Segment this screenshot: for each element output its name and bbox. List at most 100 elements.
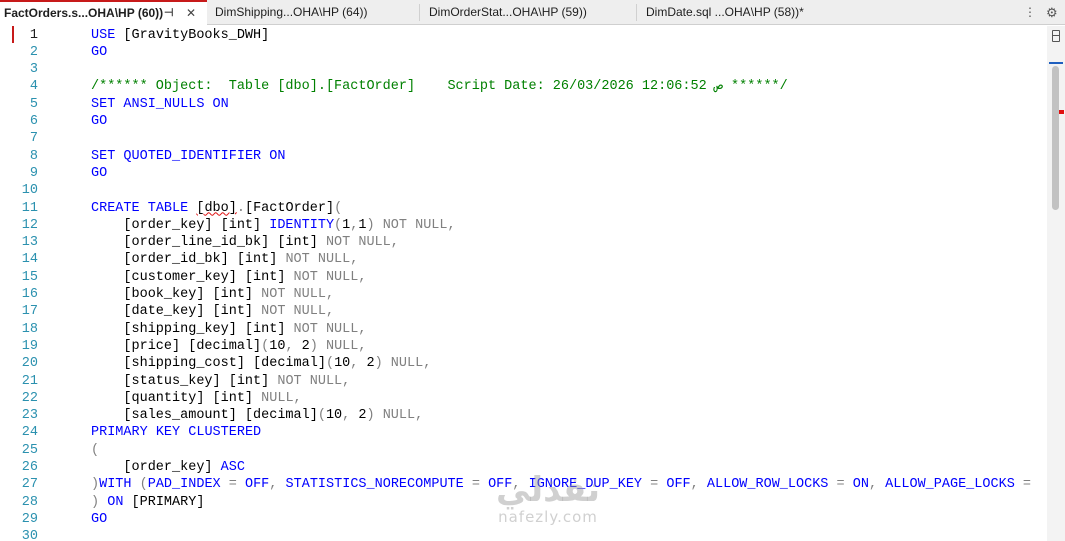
code-token: NOT NULL, [382, 217, 456, 233]
code-token: [order_id_bk] [int] [91, 252, 286, 268]
line-number: 20 [21, 356, 38, 372]
code-token: [shipping_key] [int] [91, 321, 294, 337]
code-line[interactable]: 15 [customer_key] [int] NOT NULL, [0, 269, 1047, 286]
code-line[interactable]: 14 [order_id_bk] [int] NOT NULL, [0, 251, 1047, 268]
gear-icon[interactable]: ⚙ [1046, 0, 1058, 25]
code-line[interactable]: 5 SET ANSI_NULLS ON [0, 96, 1047, 113]
code-token: PRIMARY [91, 425, 148, 441]
code-token: 10 [269, 338, 286, 354]
tab-dimorderstatus[interactable]: DimOrderStat...OHA\HP (59)) [425, 0, 630, 25]
code-token: IDENTITY [269, 217, 335, 233]
code-token: CLUSTERED [188, 425, 262, 441]
code-token: 2 [293, 338, 310, 354]
code-text: [price] [decimal](10, 2) NULL, [91, 338, 366, 355]
code-line[interactable]: 2 GO [0, 44, 1047, 61]
code-line[interactable]: 20 [shipping_cost] [decimal](10, 2) NULL… [0, 355, 1047, 372]
code-token: . [236, 200, 245, 216]
code-token: ON [107, 494, 124, 510]
code-text: ( [91, 442, 99, 459]
line-number: 6 [29, 114, 38, 129]
code-line[interactable]: 30 [0, 528, 1047, 541]
code-token: NOT NULL, [293, 321, 367, 337]
vertical-scrollbar[interactable] [1047, 26, 1065, 541]
code-token: [date_key] [int] [91, 304, 262, 320]
code-token: ANSI_NULLS [123, 96, 205, 112]
code-token: ALLOW_ROW_LOCKS [706, 477, 829, 493]
split-editor-icon[interactable] [1052, 30, 1060, 42]
code-line[interactable]: 12 [order_key] [int] IDENTITY(1,1) NOT N… [0, 217, 1047, 234]
code-token: TABLE [147, 200, 189, 216]
line-number: 22 [21, 390, 38, 406]
scrollbar-thumb[interactable] [1052, 66, 1059, 210]
pin-icon[interactable]: ⊣ [164, 2, 174, 24]
code-text: CREATE TABLE [dbo].[FactOrder]( [91, 200, 342, 217]
code-line[interactable]: 7 [0, 130, 1047, 147]
code-token: GO [91, 511, 108, 527]
code-token: ) [374, 356, 383, 372]
code-token: ( [325, 356, 335, 372]
line-number: 24 [21, 425, 38, 441]
code-text: [shipping_cost] [decimal](10, 2) NULL, [91, 355, 431, 372]
code-text: GO [91, 113, 107, 130]
line-number: 28 [21, 494, 38, 510]
code-line[interactable]: 18 [shipping_key] [int] NOT NULL, [0, 321, 1047, 338]
code-line[interactable]: 1 USE [GravityBooks_DWH] [0, 27, 1047, 44]
code-token: GO [91, 44, 108, 60]
code-line[interactable]: 4 /****** Object: Table [dbo].[FactOrder]… [0, 78, 1047, 95]
line-number: 2 [29, 44, 38, 60]
code-token: CREATE [91, 200, 140, 216]
code-line[interactable]: 3 [0, 61, 1047, 78]
tab-dimdate[interactable]: DimDate.sql ...OHA\HP (58))* [642, 0, 842, 25]
line-number: 16 [21, 287, 38, 302]
tab-divider [636, 4, 637, 21]
tab-dimshipping[interactable]: DimShipping...OHA\HP (64)) [211, 0, 411, 25]
sql-code-editor[interactable]: 1 USE [GravityBooks_DWH] 2 GO 3 4 /****** Obje… [0, 26, 1047, 541]
code-token: GO [91, 165, 108, 181]
code-token: , [285, 338, 294, 354]
code-text: ) ON [PRIMARY] [91, 494, 204, 511]
code-token: 10 [325, 408, 343, 424]
code-token: [dbo] [196, 200, 237, 216]
code-line[interactable]: 23 [sales_amount] [decimal](10, 2) NULL, [0, 407, 1047, 424]
code-token: OFF [244, 477, 270, 493]
code-line[interactable]: 16 [book_key] [int] NOT NULL, [0, 286, 1047, 303]
line-number: 21 [21, 373, 38, 389]
code-line[interactable]: 6 GO [0, 113, 1047, 130]
tab-overflow-icon[interactable]: ⋮ [1024, 0, 1036, 25]
line-number: 10 [21, 183, 38, 199]
code-line[interactable]: 17 [date_key] [int] NOT NULL, [0, 303, 1047, 320]
tab-divider [419, 4, 420, 21]
tab-factorders[interactable]: FactOrders.s...OHA\HP (60)) ⊣ ✕ [0, 0, 207, 26]
code-line[interactable]: 10 [0, 182, 1047, 199]
line-number: 11 [21, 200, 38, 216]
code-line[interactable]: 8 SET QUOTED_IDENTIFIER ON [0, 148, 1047, 165]
line-number: 30 [21, 529, 38, 541]
close-icon[interactable]: ✕ [186, 2, 196, 24]
code-line[interactable]: 21 [status_key] [int] NOT NULL, [0, 373, 1047, 390]
line-number: 9 [29, 165, 38, 181]
code-token: ON [852, 477, 869, 493]
code-token: QUOTED_IDENTIFIER [123, 148, 262, 164]
code-token: [order_key] [int] [91, 217, 270, 233]
code-text: [status_key] [int] NOT NULL, [91, 373, 350, 390]
code-text: GO [91, 44, 107, 61]
code-line[interactable]: 19 [price] [decimal](10, 2) NULL, [0, 338, 1047, 355]
code-line[interactable]: 22 [quantity] [int] NULL, [0, 390, 1047, 407]
code-line[interactable]: 11 CREATE TABLE [dbo].[FactOrder]( [0, 200, 1047, 217]
code-token: = [836, 477, 845, 493]
code-line[interactable]: 24 PRIMARY KEY CLUSTERED [0, 424, 1047, 441]
code-line[interactable]: 13 [order_line_id_bk] [int] NOT NULL, [0, 234, 1047, 251]
code-line[interactable]: 25 ( [0, 442, 1047, 459]
line-number: 4 [29, 79, 38, 95]
code-token: ON [212, 96, 229, 112]
code-line[interactable]: 9 GO [0, 165, 1047, 182]
